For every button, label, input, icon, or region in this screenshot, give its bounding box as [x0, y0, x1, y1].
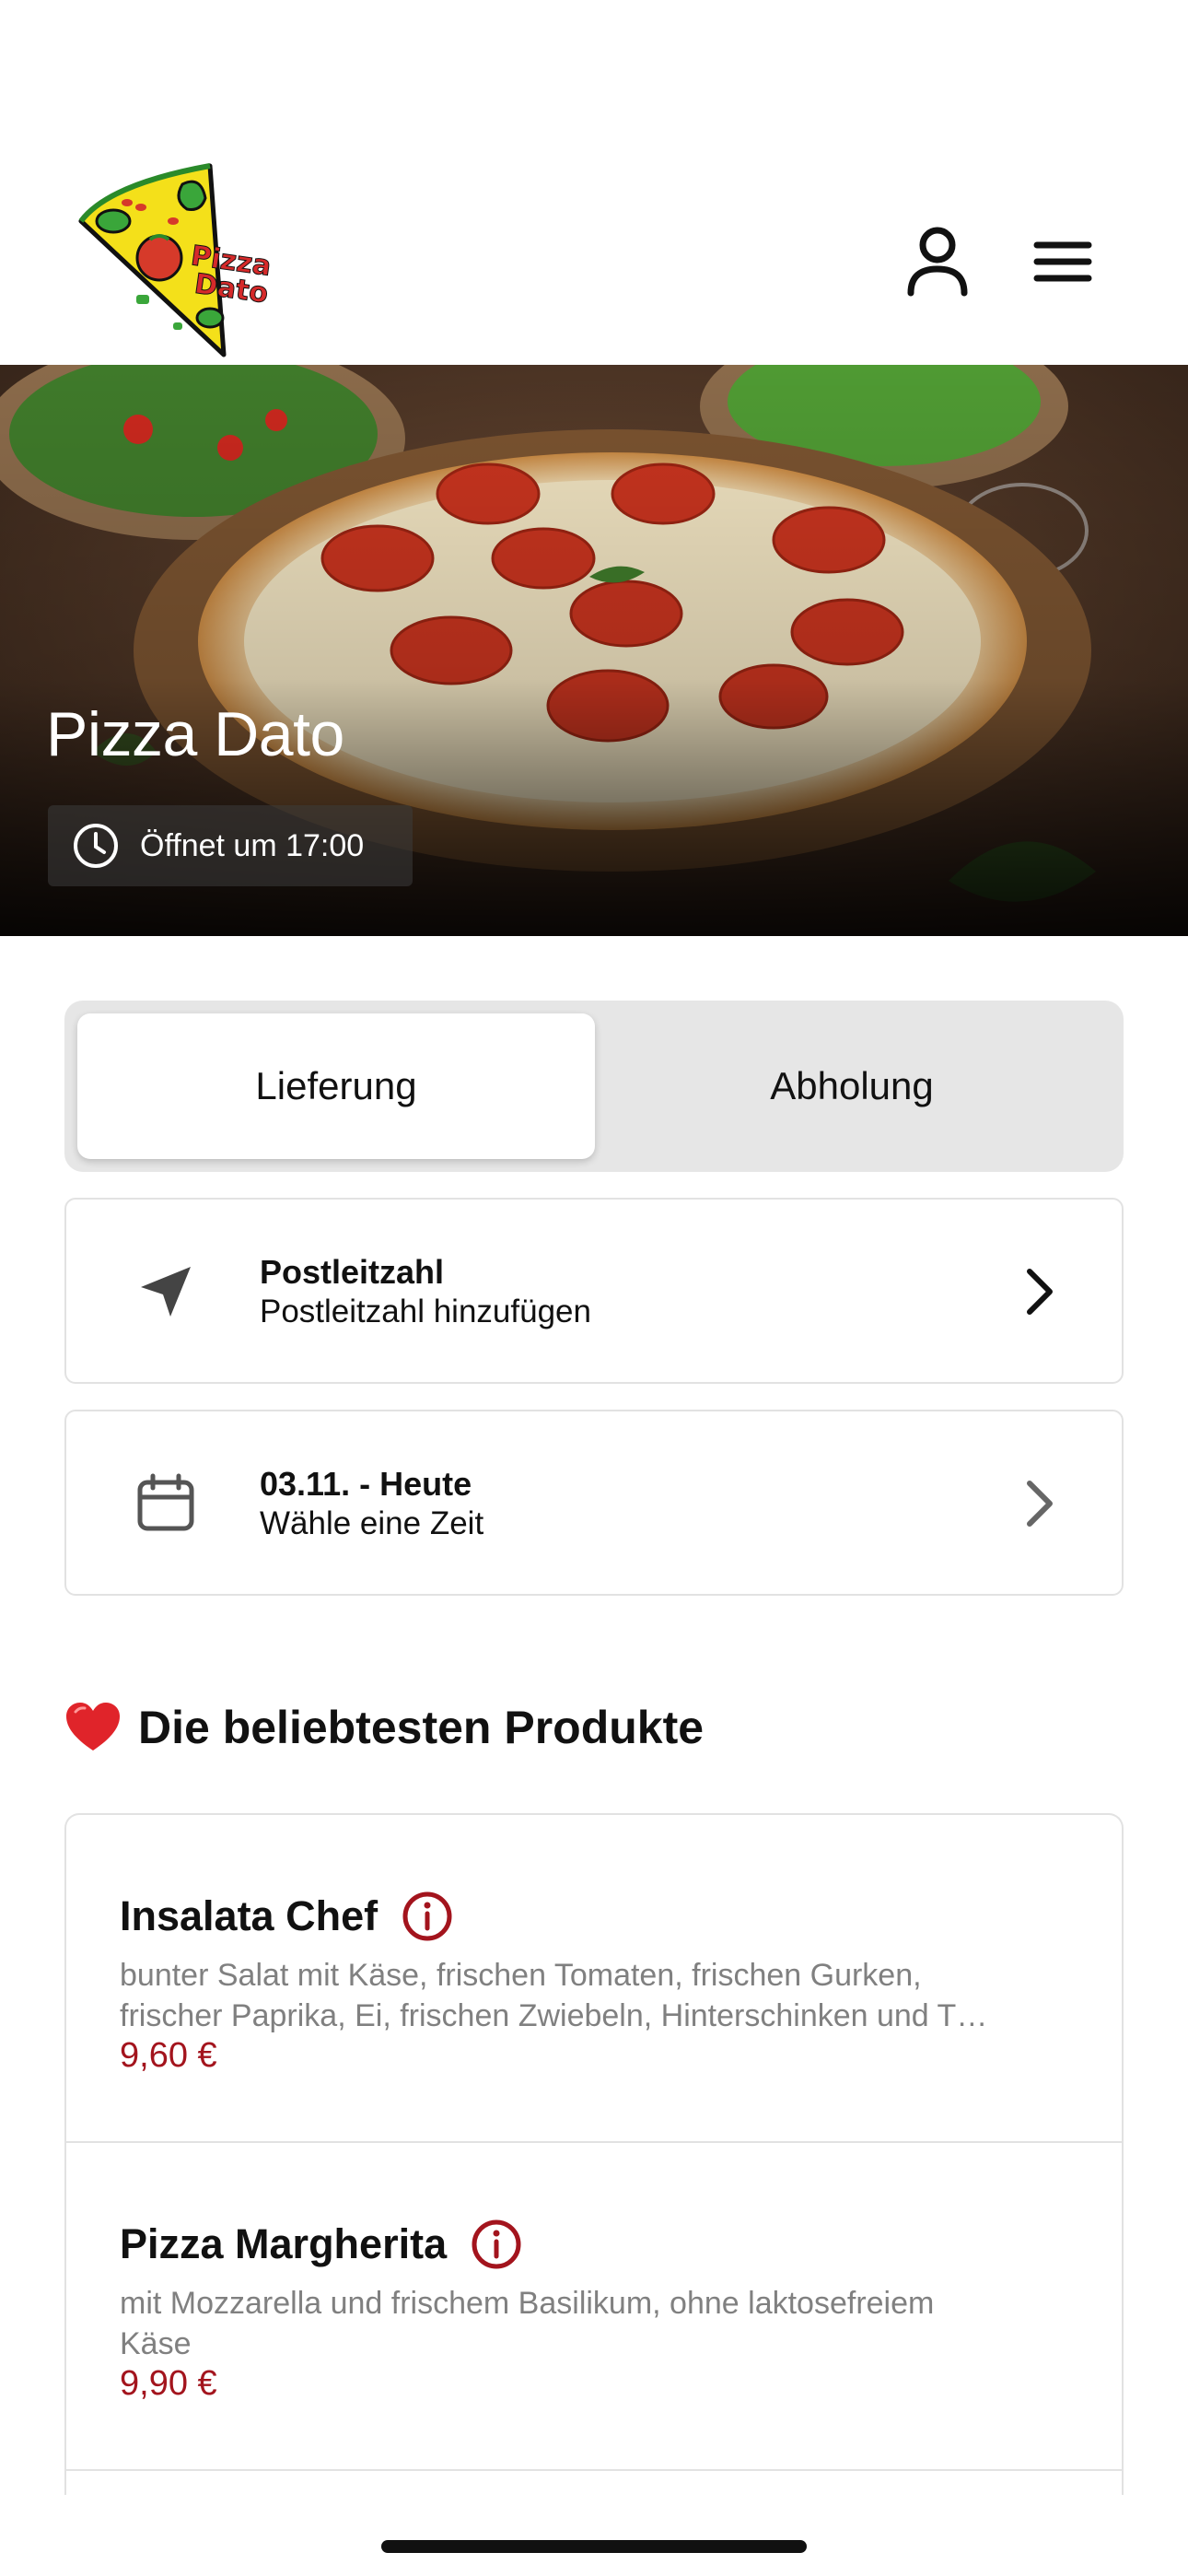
product-item[interactable]: Insalata Chef bunter Salat mit Käse, fri… [66, 1815, 1122, 2143]
time-slot-date: 03.11. - Heute [260, 1465, 472, 1503]
product-description: bunter Salat mit Käse, frischen Tomaten,… [120, 1958, 988, 2033]
location-arrow-icon [129, 1255, 203, 1329]
product-description: mit Mozzarella und frischem Basilikum, o… [120, 2286, 935, 2361]
calendar-icon [129, 1467, 203, 1540]
tab-delivery[interactable]: Lieferung [77, 1013, 595, 1159]
info-icon[interactable] [471, 2219, 522, 2270]
hamburger-menu-icon[interactable] [1026, 225, 1100, 299]
opening-hours-badge: Öffnet um 17:00 [48, 805, 413, 886]
product-item[interactable]: Pizza Margherita mit Mozzarella und fris… [66, 2143, 1122, 2471]
opening-hours-text: Öffnet um 17:00 [140, 827, 365, 863]
clock-icon [74, 824, 118, 868]
product-list: Insalata Chef bunter Salat mit Käse, fri… [64, 1813, 1124, 2495]
restaurant-name: Pizza Dato [46, 699, 344, 769]
hero-banner: Pizza Dato Öffnet um 17:00 [0, 365, 1188, 936]
product-name-row: Pizza Margherita [120, 2219, 522, 2270]
product-price: 9,90 € [120, 2364, 217, 2403]
order-mode-toggle: Lieferung Abholung [64, 1001, 1124, 1172]
postcode-subtitle: Postleitzahl hinzufügen [260, 1294, 591, 1329]
time-slot-selector[interactable]: 03.11. - Heute Wähle eine Zeit [64, 1410, 1124, 1596]
postcode-selector[interactable]: Postleitzahl Postleitzahl hinzufügen [64, 1198, 1124, 1384]
postcode-title: Postleitzahl [260, 1253, 445, 1291]
pizza-dato-logo[interactable]: Pizza Dato [72, 157, 284, 369]
time-slot-subtitle: Wähle eine Zeit [260, 1505, 484, 1541]
product-name: Pizza Margherita [120, 2220, 448, 2267]
chevron-right-icon [1027, 1269, 1053, 1315]
product-price: 9,60 € [120, 2036, 217, 2075]
popular-products-title: Die beliebtesten Produkte [138, 1702, 705, 1753]
app-header: Pizza Dato [0, 0, 1188, 365]
user-icon[interactable] [901, 225, 974, 299]
product-name: Insalata Chef [120, 1892, 379, 1939]
tab-pickup[interactable]: Abholung [593, 1013, 1111, 1159]
popular-products-heading: Die beliebtesten Produkte [64, 1701, 704, 1754]
product-name-row: Insalata Chef [120, 1891, 453, 1942]
home-indicator[interactable] [381, 2540, 807, 2553]
chevron-right-icon [1027, 1481, 1053, 1527]
restaurant-page: Pizza Dato Pizza Dato Öffnet um 17:00 Li… [0, 0, 1188, 2576]
heart-icon [66, 1703, 120, 1751]
info-icon[interactable] [402, 1891, 453, 1942]
